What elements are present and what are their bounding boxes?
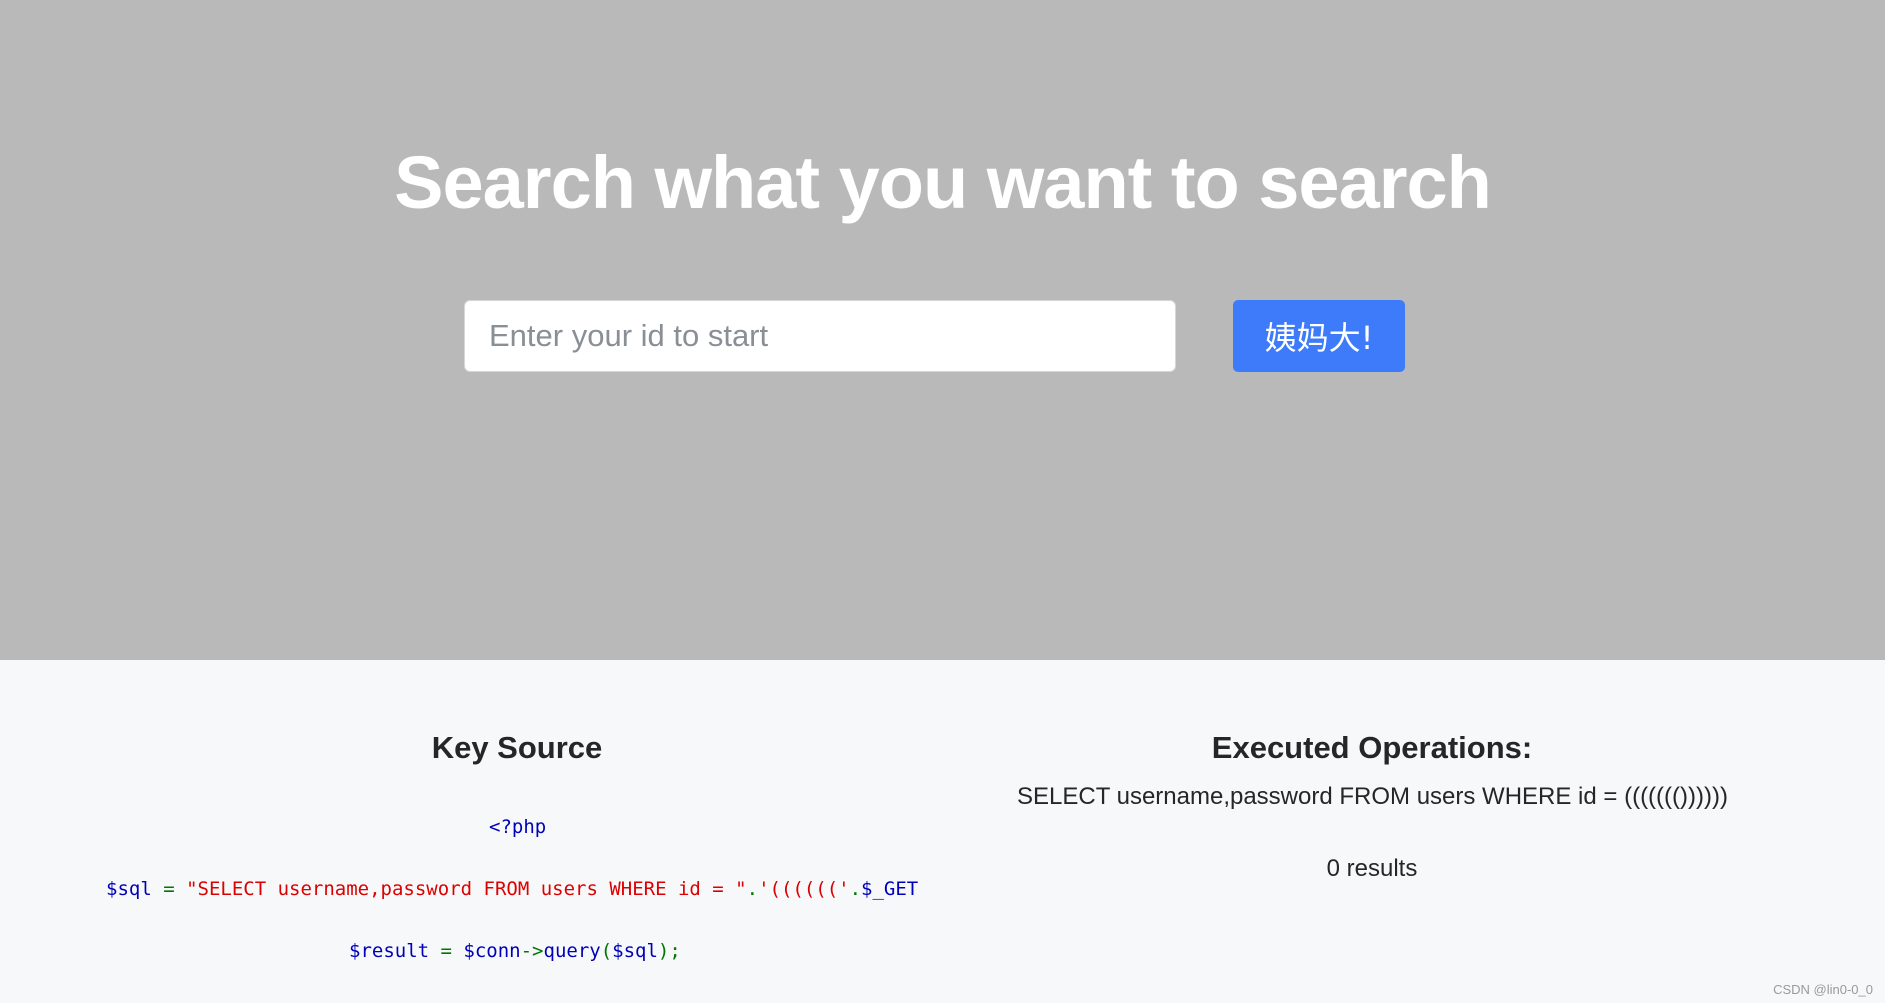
code-token: . xyxy=(746,878,759,900)
watermark: CSDN @lin0-0_0 xyxy=(1773,982,1873,997)
code-token: $result xyxy=(349,940,430,962)
hero-section: Search what you want to search 姨妈大! xyxy=(0,0,1885,660)
code-token: = xyxy=(151,878,187,900)
executed-operations-heading: Executed Operations: xyxy=(1211,730,1533,765)
code-token: "SELECT username,password FROM users WHE… xyxy=(186,878,747,900)
page-title: Search what you want to search xyxy=(394,141,1492,224)
code-token: query xyxy=(543,940,601,962)
results-count: 0 results xyxy=(1326,855,1418,882)
code-token: $sql xyxy=(612,940,658,962)
code-token: = xyxy=(429,940,464,962)
key-source-heading: Key Source xyxy=(431,730,603,765)
code-token: ); xyxy=(657,940,681,962)
search-input[interactable] xyxy=(464,300,1176,372)
executed-query: SELECT username,password FROM users WHER… xyxy=(1017,783,1728,810)
code-line-query: $result = $conn->query($sql); xyxy=(349,940,681,962)
code-token: $_GET xyxy=(861,878,919,900)
search-button[interactable]: 姨妈大! xyxy=(1233,300,1405,372)
code-token: ( xyxy=(600,940,613,962)
code-token: $conn xyxy=(463,940,521,962)
code-line-sql: $sql = "SELECT username,password FROM us… xyxy=(106,878,918,900)
code-line-php-open: <?php xyxy=(489,816,547,838)
code-token: . xyxy=(849,878,862,900)
code-token: $sql xyxy=(106,878,152,900)
code-token: '((((((' xyxy=(758,878,850,900)
code-token: -> xyxy=(520,940,544,962)
